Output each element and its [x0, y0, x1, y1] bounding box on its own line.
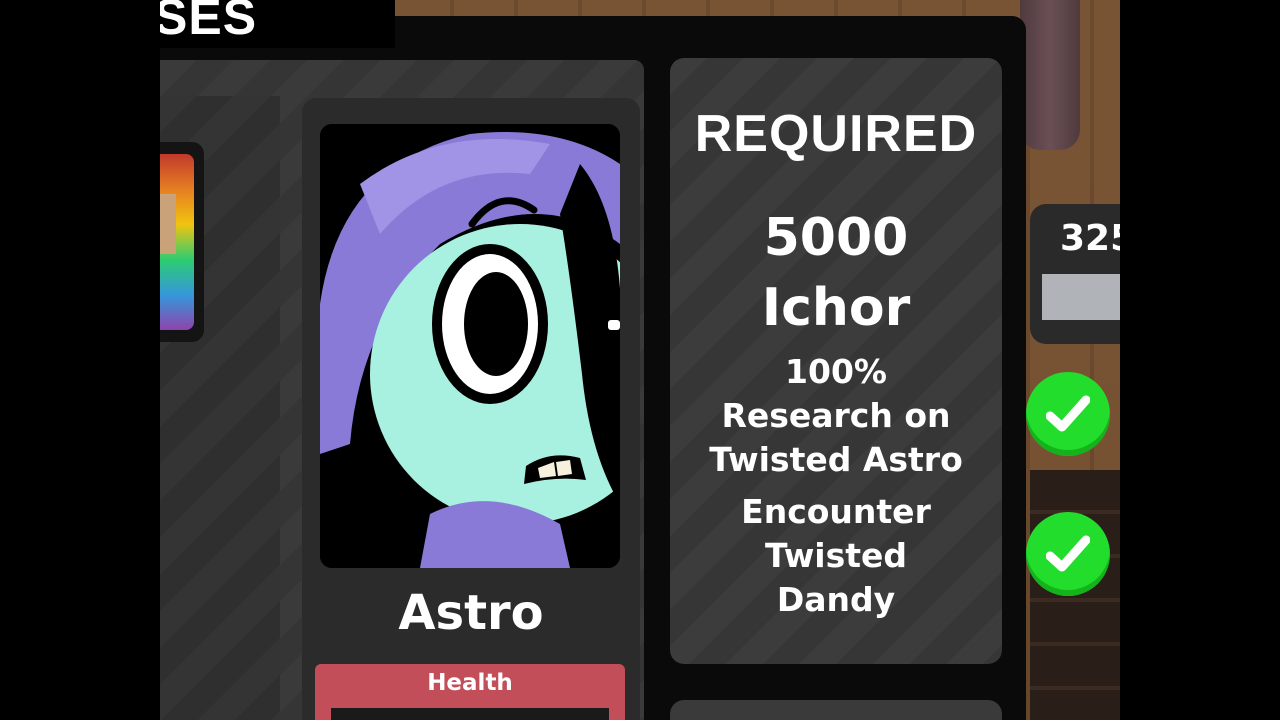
character-card-previous[interactable]	[160, 142, 204, 342]
astro-character-image	[320, 124, 620, 568]
encounter-line-3: Dandy	[776, 580, 896, 619]
research-line-1: Research on	[721, 396, 951, 435]
character-name: Astro	[398, 585, 544, 641]
side-stat-card: 325	[1030, 204, 1120, 344]
research-percent: 100%	[785, 352, 887, 391]
unlock-button-panel[interactable]	[670, 700, 1002, 720]
requirements-panel: REQUIRED 5000 Ichor 100% Research on Twi…	[670, 58, 1002, 664]
game-viewport: Astro Health REQUIRED 5000 Ichor 100% Re…	[160, 0, 1120, 720]
checkmark-icon	[1026, 372, 1110, 456]
menu-title: SES	[160, 0, 258, 45]
character-portrait-previous	[160, 154, 194, 330]
encounter-line-2: Twisted	[764, 536, 908, 575]
health-value-box	[331, 708, 609, 720]
ichor-amount: 5000	[763, 208, 909, 268]
title-tab: SES	[160, 0, 395, 48]
encounter-line-1: Encounter	[741, 492, 931, 531]
ichor-currency-label: Ichor	[761, 278, 911, 338]
health-label: Health	[427, 670, 513, 696]
letterbox-right	[1120, 0, 1280, 720]
background-pipe	[1020, 0, 1080, 150]
astro-portrait	[320, 124, 620, 568]
side-stat-bar	[1042, 274, 1120, 320]
research-line-2: Twisted Astro	[709, 440, 963, 479]
side-stat-value: 325	[1060, 218, 1120, 259]
checkmark-icon	[1026, 512, 1110, 596]
required-title: REQUIRED	[694, 105, 978, 163]
health-stat-bar: Health	[315, 664, 625, 720]
